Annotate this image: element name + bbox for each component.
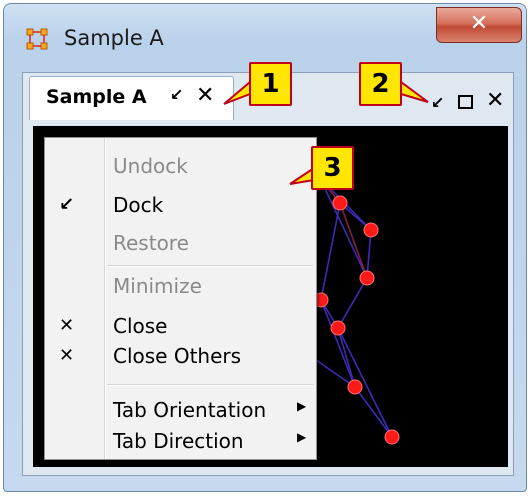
menu-item-label: Minimize xyxy=(113,274,202,298)
context-menu: Undock ↙ Dock Restore Minimize ✕ Close ✕… xyxy=(44,137,317,460)
menu-item-dock[interactable]: ↙ Dock xyxy=(45,191,316,221)
menu-item-label: Tab Orientation xyxy=(113,398,267,422)
menu-item-minimize[interactable]: Minimize xyxy=(45,272,316,302)
menu-separator xyxy=(107,384,313,386)
menu-item-label: Restore xyxy=(113,231,189,255)
menu-separator xyxy=(107,265,313,267)
menu-item-close-others[interactable]: ✕ Close Others xyxy=(45,342,316,372)
menu-item-label: Close xyxy=(113,314,168,338)
close-icon: ✕ xyxy=(59,315,75,336)
menu-item-tab-direction[interactable]: Tab Direction ▶ xyxy=(45,427,316,457)
menu-item-close[interactable]: ✕ Close xyxy=(45,312,316,342)
callout-2-pointer xyxy=(400,80,429,103)
callout-3: 3 xyxy=(311,146,354,190)
callout-1: 1 xyxy=(249,62,292,106)
panel-close-icon[interactable]: ✕ xyxy=(486,88,504,113)
tab-sample-a[interactable]: Sample A ↙ ✕ xyxy=(29,76,234,120)
window-title: Sample A xyxy=(64,26,164,50)
panel-dock-icon[interactable]: ↙ xyxy=(431,93,444,112)
panel-maximize-icon[interactable] xyxy=(458,95,473,109)
dock-icon: ↙ xyxy=(59,194,75,215)
submenu-arrow-icon: ▶ xyxy=(297,399,307,413)
menu-item-undock[interactable]: Undock xyxy=(45,152,316,182)
menu-item-restore[interactable]: Restore xyxy=(45,229,316,259)
close-icon: ✕ xyxy=(469,11,489,36)
menu-item-label: Close Others xyxy=(113,344,242,368)
menu-item-tab-orientation[interactable]: Tab Orientation ▶ xyxy=(45,396,316,426)
close-icon: ✕ xyxy=(59,345,75,366)
callout-2: 2 xyxy=(359,62,402,106)
menu-item-label: Dock xyxy=(113,193,164,217)
dock-icon[interactable]: ↙ xyxy=(170,85,183,104)
submenu-arrow-icon: ▶ xyxy=(297,430,307,444)
menu-item-label: Tab Direction xyxy=(113,429,244,453)
tab-close-icon[interactable]: ✕ xyxy=(196,83,214,108)
tab-label: Sample A xyxy=(46,86,147,108)
menu-item-label: Undock xyxy=(113,154,188,178)
window-close-button[interactable]: ✕ xyxy=(436,7,522,43)
app-icon xyxy=(26,28,48,50)
